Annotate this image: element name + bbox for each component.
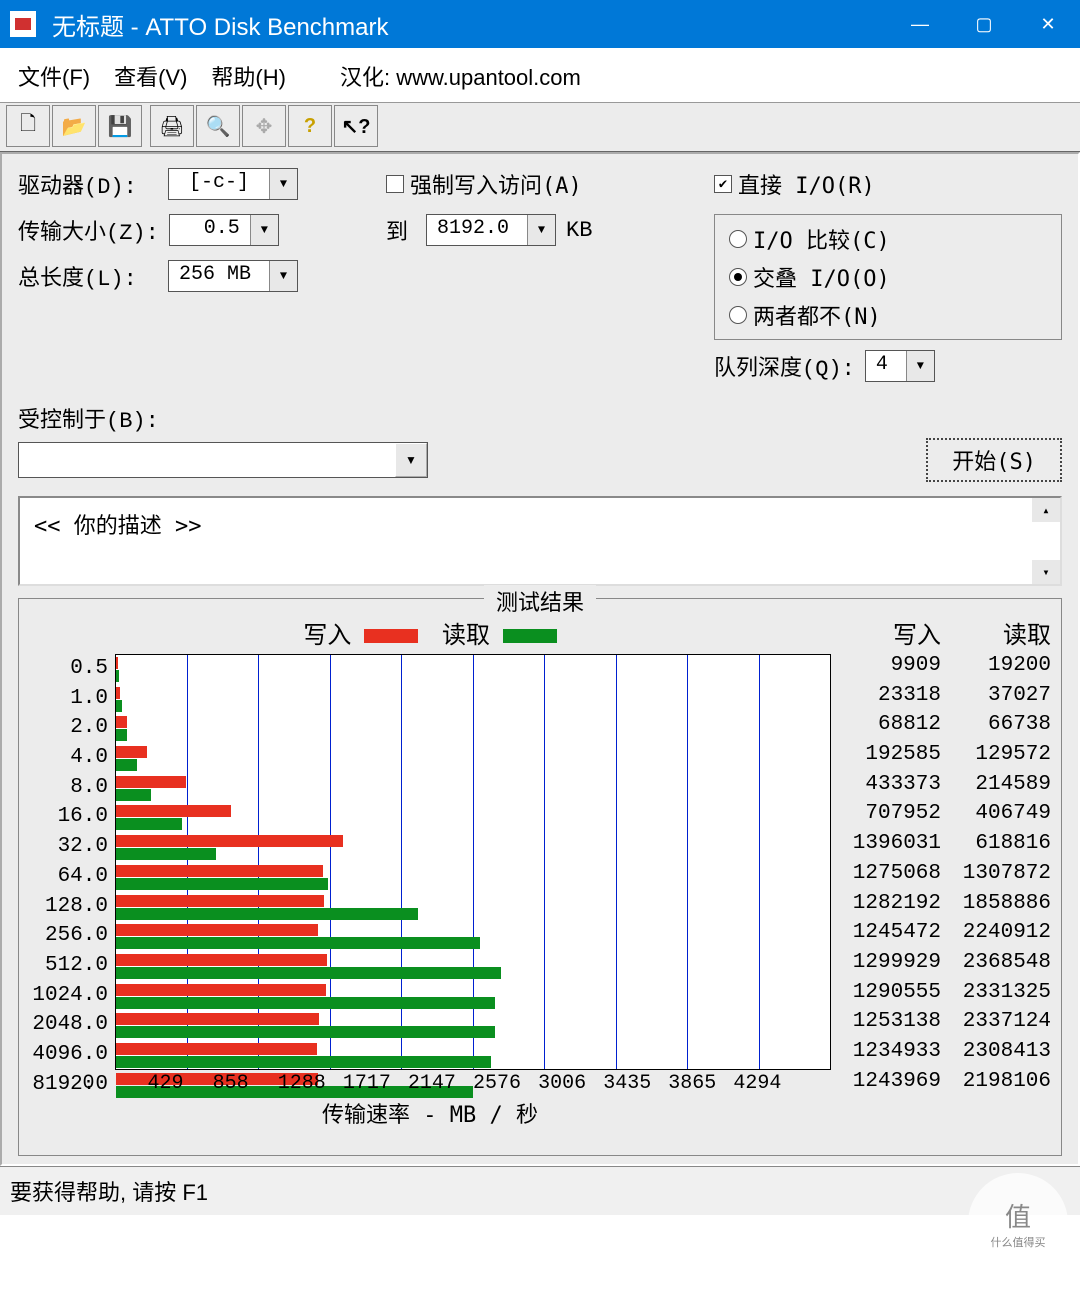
value-row: 433373214589 <box>831 773 1051 803</box>
chart-row: 2.0 <box>116 714 830 744</box>
save-icon[interactable]: 💾 <box>98 105 142 147</box>
chart-row: 16.0 <box>116 803 830 833</box>
chart-row: 4096.0 <box>116 1041 830 1071</box>
print-icon[interactable]: 🖨 <box>150 105 194 147</box>
chart-row: 512.0 <box>116 952 830 982</box>
queue-depth-label: 队列深度(Q): <box>714 350 855 382</box>
transfer-size-label: 传输大小(Z): <box>18 214 159 246</box>
neither-radio[interactable]: 两者都不(N) <box>729 299 881 331</box>
chart-row: 1.0 <box>116 685 830 715</box>
kb-label: KB <box>566 218 596 243</box>
menu-help[interactable]: 帮助(H) <box>211 60 286 92</box>
help-icon[interactable]: ? <box>288 105 332 147</box>
menu-view[interactable]: 查看(V) <box>114 60 187 92</box>
value-row: 12349332308413 <box>831 1040 1051 1070</box>
move-icon[interactable]: ✥ <box>242 105 286 147</box>
controlled-by-combo[interactable]: ▼ <box>18 442 428 478</box>
value-row: 2331837027 <box>831 684 1051 714</box>
chevron-down-icon[interactable]: ▼ <box>269 261 297 291</box>
overlapped-io-radio[interactable]: 交叠 I/O(O) <box>729 261 890 293</box>
open-icon[interactable]: 📂 <box>52 105 96 147</box>
window-title: 无标题 - ATTO Disk Benchmark <box>52 7 888 42</box>
transfer-from-combo[interactable]: 0.5 ▼ <box>169 214 279 246</box>
write-swatch-icon <box>364 629 418 643</box>
controlled-by-label: 受控制于(B): <box>18 402 159 434</box>
queue-depth-combo[interactable]: 4 ▼ <box>865 350 935 382</box>
value-row: 12454722240912 <box>831 921 1051 951</box>
preview-icon[interactable]: 🔍 <box>196 105 240 147</box>
io-mode-group: I/O 比较(C) 交叠 I/O(O) 两者都不(N) <box>714 214 1062 340</box>
value-row: 192585129572 <box>831 743 1051 773</box>
description-box[interactable]: << 你的描述 >> ▴ ▾ <box>18 496 1062 586</box>
chevron-down-icon[interactable]: ▼ <box>527 215 555 245</box>
results-title: 测试结果 <box>484 585 596 617</box>
value-row: 12821921858886 <box>831 892 1051 922</box>
x-axis-label: 传输速率 - MB / 秒 <box>29 1097 831 1129</box>
total-length-label: 总长度(L): <box>18 260 158 292</box>
total-length-combo[interactable]: 256 MB ▼ <box>168 260 298 292</box>
values-column: 9909192002331837027688126673819258512957… <box>831 654 1051 1129</box>
values-header: 写入 读取 <box>831 615 1051 650</box>
chart-row: 32.0 <box>116 833 830 863</box>
chart-row: 1024.0 <box>116 982 830 1012</box>
results-frame: 测试结果 写入 读取 写入 读取 0.51.02. <box>18 598 1062 1156</box>
drive-label: 驱动器(D): <box>18 168 158 200</box>
value-row: 12999292368548 <box>831 951 1051 981</box>
menu-credit: 汉化: www.upantool.com <box>340 60 581 92</box>
close-button[interactable]: ✕ <box>1016 0 1080 48</box>
chevron-down-icon[interactable]: ▼ <box>906 351 934 381</box>
scroll-up-icon[interactable]: ▴ <box>1032 498 1060 522</box>
chart-row: 0.5 <box>116 655 830 685</box>
chart-row: 128.0 <box>116 893 830 923</box>
chevron-down-icon[interactable]: ▼ <box>395 443 427 477</box>
chart-legend: 写入 读取 <box>29 615 831 650</box>
chart-row: 64.0 <box>116 863 830 893</box>
menu-file[interactable]: 文件(F) <box>18 60 90 92</box>
scroll-down-icon[interactable]: ▾ <box>1032 560 1060 584</box>
value-row: 6881266738 <box>831 713 1051 743</box>
chart-area: 0.51.02.04.08.016.032.064.0128.0256.0512… <box>115 654 831 1070</box>
context-help-icon[interactable]: ↖? <box>334 105 378 147</box>
toolbar: 🗋 📂 💾 🖨 🔍 ✥ ? ↖? <box>0 102 1080 152</box>
value-row: 1396031618816 <box>831 832 1051 862</box>
settings-panel: 驱动器(D): [-c-] ▼ 传输大小(Z): 0.5 ▼ 总长度(L): 2… <box>0 152 1080 1166</box>
app-icon <box>10 11 36 37</box>
x-axis: 042985812881717214725763006343538654294 <box>115 1072 831 1095</box>
chart-row: 8.0 <box>116 774 830 804</box>
chevron-down-icon[interactable]: ▼ <box>250 215 278 245</box>
chevron-down-icon[interactable]: ▼ <box>269 169 297 199</box>
read-swatch-icon <box>503 629 557 643</box>
value-row: 990919200 <box>831 654 1051 684</box>
chart-row: 4.0 <box>116 744 830 774</box>
statusbar: 要获得帮助, 请按 F1 <box>0 1166 1080 1215</box>
force-write-checkbox[interactable]: 强制写入访问(A) <box>386 168 582 200</box>
value-row: 12531382337124 <box>831 1010 1051 1040</box>
titlebar: 无标题 - ATTO Disk Benchmark — ▢ ✕ <box>0 0 1080 48</box>
direct-io-checkbox[interactable]: ✔ 直接 I/O(R) <box>714 168 875 200</box>
value-row: 12750681307872 <box>831 862 1051 892</box>
drive-combo[interactable]: [-c-] ▼ <box>168 168 298 200</box>
to-label: 到 <box>386 214 416 246</box>
value-row: 12905552331325 <box>831 981 1051 1011</box>
chart-row: 256.0 <box>116 922 830 952</box>
value-row: 707952406749 <box>831 802 1051 832</box>
value-row: 12439692198106 <box>831 1070 1051 1100</box>
chart-row: 2048.0 <box>116 1011 830 1041</box>
minimize-button[interactable]: — <box>888 0 952 48</box>
watermark-icon: 值 什么值得买 <box>968 1173 1068 1273</box>
transfer-to-combo[interactable]: 8192.0 ▼ <box>426 214 556 246</box>
menubar: 文件(F) 查看(V) 帮助(H) 汉化: www.upantool.com <box>0 48 1080 102</box>
new-icon[interactable]: 🗋 <box>6 105 50 147</box>
maximize-button[interactable]: ▢ <box>952 0 1016 48</box>
start-button[interactable]: 开始(S) <box>926 438 1062 482</box>
io-compare-radio[interactable]: I/O 比较(C) <box>729 223 890 255</box>
